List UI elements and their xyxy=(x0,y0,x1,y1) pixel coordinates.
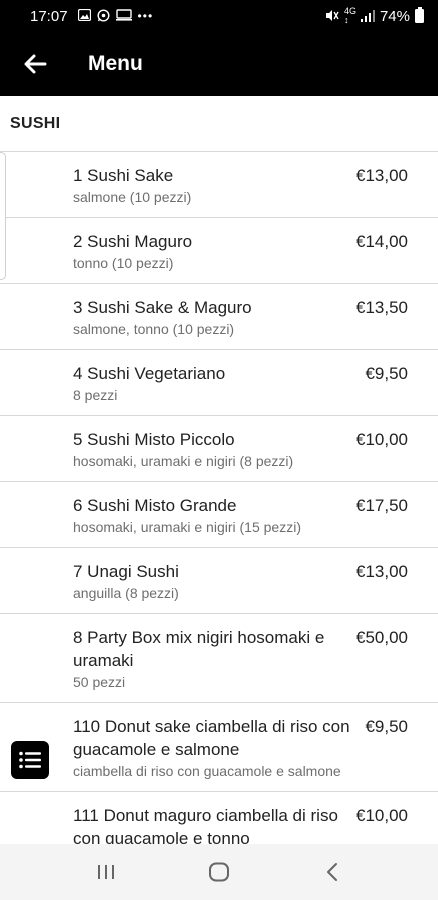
item-description: hosomaki, uramaki e nigiri (8 pezzi) xyxy=(73,453,294,469)
menu-item[interactable]: 111 Donut maguro ciambella di riso con g… xyxy=(0,792,438,844)
item-description: 50 pezzi xyxy=(73,674,126,690)
item-name: 110 Donut sake ciambella di riso con gua… xyxy=(73,717,350,759)
menu-item[interactable]: 8 Party Box mix nigiri hosomaki e uramak… xyxy=(0,614,438,703)
item-name: 1 Sushi Sake xyxy=(73,166,174,185)
back-button[interactable] xyxy=(0,32,70,96)
menu-item[interactable]: 4 Sushi Vegetariano €9,50 8 pezzi xyxy=(0,350,438,416)
back-icon xyxy=(326,863,337,881)
home-button[interactable] xyxy=(199,852,239,892)
item-name: 7 Unagi Sushi xyxy=(73,562,179,581)
item-price: €10,00 xyxy=(356,806,408,825)
gallery-icon xyxy=(77,8,91,23)
page-title: Menu xyxy=(88,52,143,75)
item-name: 6 Sushi Misto Grande xyxy=(73,496,237,515)
category-list-button[interactable] xyxy=(11,741,49,779)
arrow-left-icon xyxy=(24,54,47,74)
section-header: SUSHI xyxy=(0,96,438,152)
item-name: 111 Donut maguro ciambella di riso con g… xyxy=(73,806,338,844)
item-price: €17,50 xyxy=(356,496,408,515)
item-name: 4 Sushi Vegetariano xyxy=(73,364,226,383)
home-icon xyxy=(208,862,229,882)
menu-list[interactable]: SUSHI 1 Sushi Sake €13,00 salmone (10 pe… xyxy=(0,96,438,844)
battery-icon xyxy=(415,7,424,23)
menu-item[interactable]: 2 Sushi Maguro €14,00 tonno (10 pezzi) xyxy=(0,218,438,284)
whatsapp-icon xyxy=(97,8,110,24)
signal-icon xyxy=(360,9,375,24)
item-price: €9,50 xyxy=(365,717,408,736)
menu-item[interactable]: 1 Sushi Sake €13,00 salmone (10 pezzi) xyxy=(0,152,438,218)
item-name: 8 Party Box mix nigiri hosomaki e uramak… xyxy=(73,628,325,670)
side-drawer-handle[interactable] xyxy=(0,152,6,280)
list-menu-icon xyxy=(19,751,41,769)
item-description: tonno (10 pezzi) xyxy=(73,255,174,271)
item-price: €13,00 xyxy=(356,166,408,185)
item-name: 2 Sushi Maguro xyxy=(73,232,193,251)
item-price: €13,00 xyxy=(356,562,408,581)
item-price: €9,50 xyxy=(365,364,408,383)
status-right: 4G ↕ 74% xyxy=(325,7,424,25)
item-name: 3 Sushi Sake & Maguro xyxy=(73,298,252,317)
item-price: €14,00 xyxy=(356,232,408,251)
item-price: €10,00 xyxy=(356,430,408,449)
item-description: hosomaki, uramaki e nigiri (15 pezzi) xyxy=(73,519,301,535)
system-nav-bar xyxy=(0,844,438,900)
menu-item[interactable]: 5 Sushi Misto Piccolo €10,00 hosomaki, u… xyxy=(0,416,438,482)
item-description: anguilla (8 pezzi) xyxy=(73,585,179,601)
item-price: €13,50 xyxy=(356,298,408,317)
network-4g-icon: 4G ↕ xyxy=(343,6,356,25)
menu-item[interactable]: 6 Sushi Misto Grande €17,50 hosomaki, ur… xyxy=(0,482,438,548)
battery-percent: 74% xyxy=(379,7,410,25)
menu-item[interactable]: 3 Sushi Sake & Maguro €13,50 salmone, to… xyxy=(0,284,438,350)
item-name: 5 Sushi Misto Piccolo xyxy=(73,430,235,449)
recent-apps-icon xyxy=(98,865,115,879)
status-bar: 17:07 ••• 4G ↕ 74% xyxy=(0,0,438,32)
app-bar: Menu xyxy=(0,32,438,96)
item-description: salmone (10 pezzi) xyxy=(73,189,192,205)
status-time: 17:07 xyxy=(30,7,68,25)
item-price: €50,00 xyxy=(356,628,408,647)
more-dots-icon: ••• xyxy=(137,9,154,23)
cast-icon xyxy=(115,9,132,23)
menu-item[interactable]: 110 Donut sake ciambella di riso con gua… xyxy=(0,703,438,792)
item-description: ciambella di riso con guacamole e salmon… xyxy=(73,763,341,779)
status-left: 17:07 ••• xyxy=(30,8,153,25)
recent-apps-button[interactable] xyxy=(86,852,126,892)
item-description: salmone, tonno (10 pezzi) xyxy=(73,321,235,337)
system-back-button[interactable] xyxy=(312,852,352,892)
item-description: 8 pezzi xyxy=(73,387,118,403)
mute-icon xyxy=(325,9,339,24)
menu-item[interactable]: 7 Unagi Sushi €13,00 anguilla (8 pezzi) xyxy=(0,548,438,614)
